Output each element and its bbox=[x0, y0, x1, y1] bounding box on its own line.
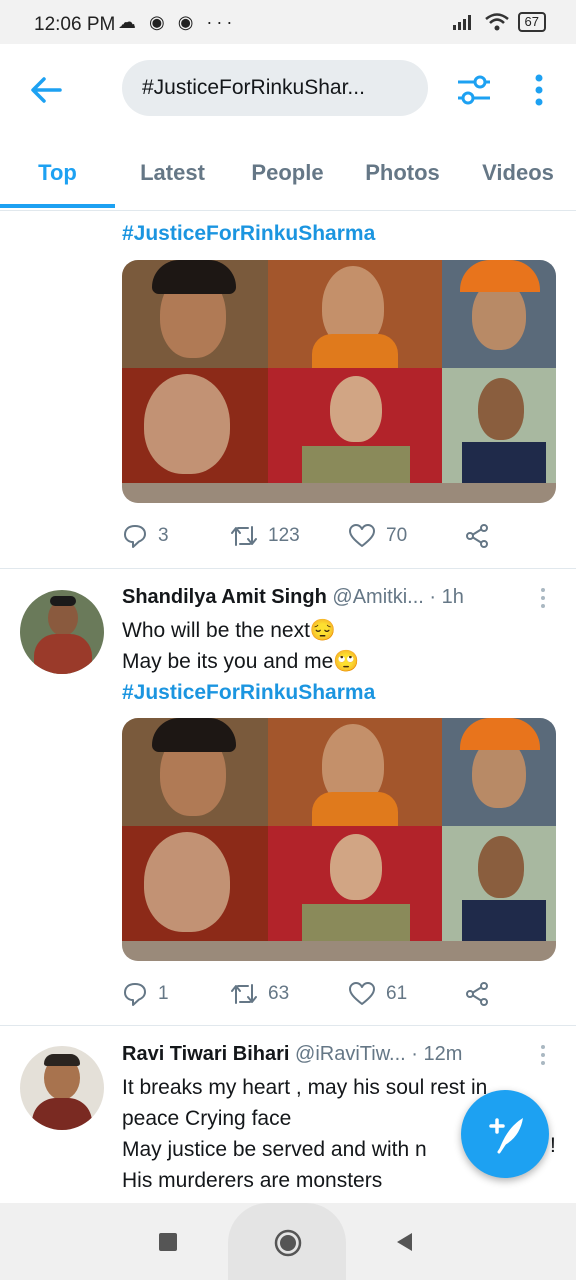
notification-icons: ☁ ◉ ◉ ··· bbox=[118, 12, 237, 32]
compose-button[interactable] bbox=[461, 1090, 549, 1178]
user-handle: @iRaviTiw... bbox=[295, 1043, 406, 1065]
tab-people[interactable]: People bbox=[230, 136, 345, 210]
tweet-trailing-text: ! bbox=[550, 1134, 556, 1157]
like-button[interactable]: 61 bbox=[348, 974, 407, 1014]
wifi-icon bbox=[484, 13, 509, 31]
user-name[interactable]: Ravi Tiwari Bihari bbox=[122, 1043, 289, 1065]
tweet-image[interactable] bbox=[122, 718, 556, 961]
tweet-text: Who will be the next😔 May be its you and… bbox=[122, 615, 552, 708]
reply-count: 1 bbox=[158, 983, 169, 1004]
tweet-image[interactable] bbox=[122, 260, 556, 503]
reply-button[interactable]: 1 bbox=[122, 974, 169, 1014]
tab-photos[interactable]: Photos bbox=[345, 136, 460, 210]
user-name[interactable]: Shandilya Amit Singh bbox=[122, 586, 327, 608]
status-right: 67 bbox=[452, 12, 546, 32]
tab-latest[interactable]: Latest bbox=[115, 136, 230, 210]
tweet-time: · 12m bbox=[411, 1043, 463, 1065]
share-icon bbox=[466, 982, 488, 1006]
reply-count: 3 bbox=[158, 525, 169, 546]
tweet-divider bbox=[0, 568, 576, 569]
back-nav-icon[interactable] bbox=[394, 1231, 414, 1253]
tweet-actions: 3 123 70 bbox=[122, 516, 556, 556]
signal-icon bbox=[452, 15, 471, 30]
tab-top[interactable]: Top bbox=[0, 136, 115, 210]
avatar[interactable] bbox=[20, 1046, 104, 1130]
tweet-actions: 1 63 61 bbox=[122, 974, 556, 1014]
share-icon bbox=[466, 524, 488, 548]
like-count: 61 bbox=[386, 983, 408, 1004]
compose-icon bbox=[489, 1118, 523, 1154]
tweet-divider bbox=[0, 1025, 576, 1026]
back-arrow-icon[interactable] bbox=[26, 70, 66, 110]
like-button[interactable]: 70 bbox=[348, 516, 407, 556]
like-icon bbox=[349, 524, 375, 547]
tweet-line: May be its you and me🙄 bbox=[122, 650, 360, 673]
tweet-header: Shandilya Amit Singh @Amitki... · 1h bbox=[122, 586, 532, 609]
system-nav-bar bbox=[0, 1203, 576, 1280]
retweet-count: 123 bbox=[268, 525, 300, 546]
status-time: 12:06 PM bbox=[34, 14, 116, 35]
home-icon[interactable] bbox=[272, 1227, 304, 1259]
reply-button[interactable]: 3 bbox=[122, 516, 169, 556]
app-bar: #JusticeForRinkuShar... bbox=[0, 44, 576, 136]
retweet-button[interactable]: 123 bbox=[230, 516, 300, 556]
retweet-count: 63 bbox=[268, 983, 290, 1004]
battery-indicator: 67 bbox=[517, 12, 546, 32]
reply-icon bbox=[124, 983, 146, 1006]
tweet-time: · 1h bbox=[429, 586, 464, 608]
retweet-icon bbox=[231, 526, 257, 546]
reply-icon bbox=[124, 525, 146, 548]
share-button[interactable] bbox=[464, 516, 490, 556]
tweet-hashtag[interactable]: #JusticeForRinkuSharma bbox=[122, 677, 552, 708]
more-vertical-icon[interactable] bbox=[524, 70, 554, 110]
share-button[interactable] bbox=[464, 974, 490, 1014]
active-tab-indicator bbox=[0, 204, 115, 208]
tweet-header: Ravi Tiwari Bihari @iRaviTiw... · 12m bbox=[122, 1043, 532, 1066]
tab-videos[interactable]: Videos bbox=[460, 136, 576, 210]
tweet-menu-icon[interactable] bbox=[536, 586, 550, 610]
tweet-line: Who will be the next😔 bbox=[122, 619, 337, 642]
user-handle: @Amitki... bbox=[332, 586, 424, 608]
like-icon bbox=[349, 982, 375, 1005]
retweet-icon bbox=[231, 984, 257, 1004]
recents-icon[interactable] bbox=[159, 1233, 177, 1251]
filter-icon[interactable] bbox=[454, 70, 494, 110]
like-count: 70 bbox=[386, 525, 408, 546]
status-bar: 12:06 PM ☁ ◉ ◉ ··· 67 bbox=[0, 0, 576, 44]
avatar[interactable] bbox=[20, 590, 104, 674]
retweet-button[interactable]: 63 bbox=[230, 974, 289, 1014]
tweet-hashtag[interactable]: #JusticeForRinkuSharma bbox=[122, 222, 375, 246]
search-tabs: Top Latest People Photos Videos bbox=[0, 136, 576, 211]
search-input[interactable]: #JusticeForRinkuShar... bbox=[122, 60, 428, 116]
tweet-menu-icon[interactable] bbox=[536, 1043, 550, 1067]
